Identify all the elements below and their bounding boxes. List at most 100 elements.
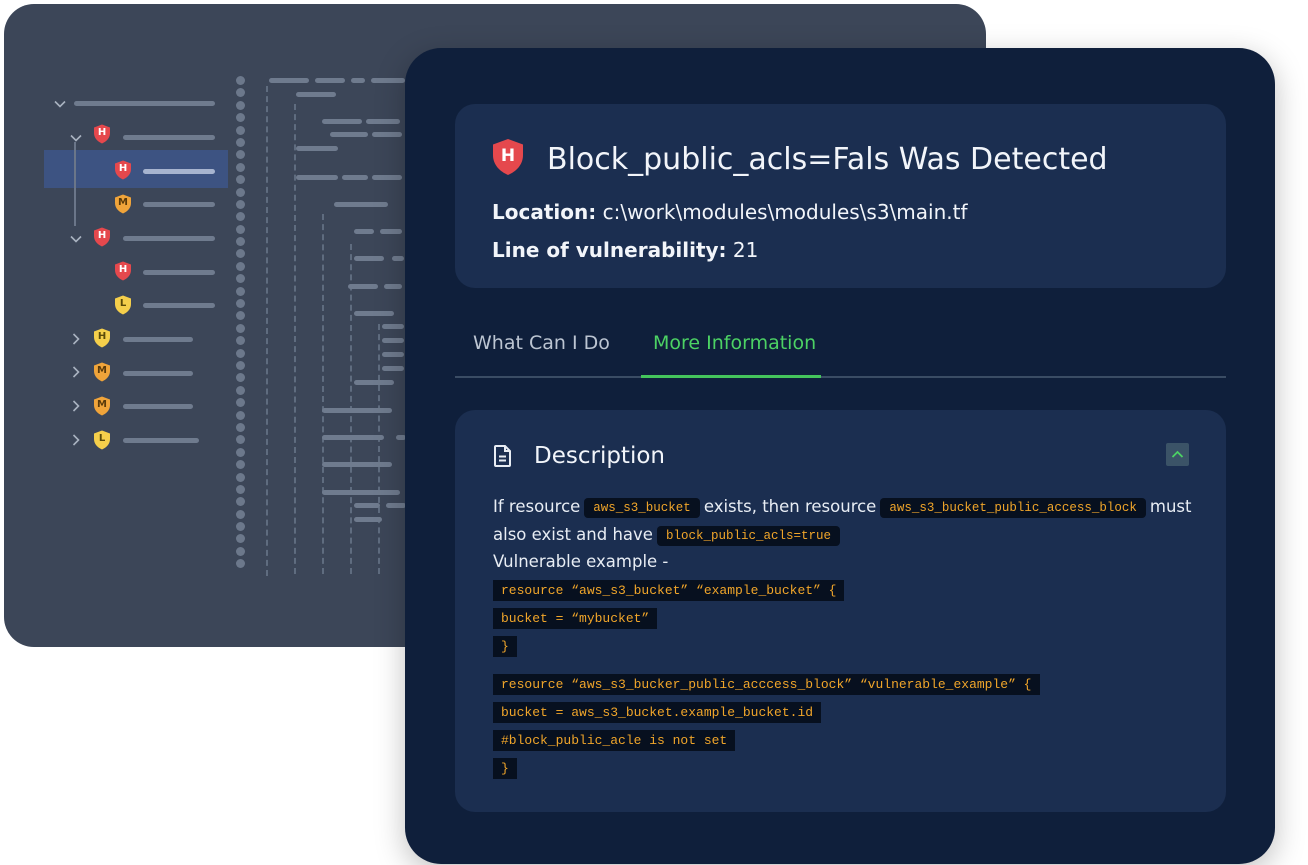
tree-item-label (123, 438, 199, 443)
code-line: resource “aws_s3_bucker_public_acccess_b… (493, 674, 1040, 695)
high-severity-shield-icon: H (491, 138, 525, 176)
code-token (269, 78, 309, 83)
code-token (322, 408, 392, 413)
tab-more-information[interactable]: More Information (653, 328, 816, 358)
tree-item-label (123, 135, 215, 140)
description-text: exists, then resource (703, 497, 877, 516)
code-token (322, 462, 392, 467)
code-token (354, 229, 374, 234)
tree-item-label (123, 236, 215, 241)
code-line: } (493, 758, 517, 779)
code-token (372, 175, 402, 180)
severity-letter: M (97, 365, 107, 376)
tree-guide-line (74, 142, 76, 226)
tree-item-label (143, 270, 215, 275)
severity-letter: H (97, 331, 107, 342)
medium-severity-shield-icon: M (93, 396, 111, 416)
low-severity-shield-icon: L (93, 430, 111, 450)
indent-guide (378, 324, 380, 574)
inline-code: aws_s3_bucket_public_access_block (880, 498, 1146, 518)
code-token (382, 366, 404, 371)
severity-letter: H (118, 163, 128, 174)
tree-item-label (143, 202, 215, 207)
tree-item-label (143, 169, 215, 174)
code-token (384, 284, 402, 289)
severity-letter: H (97, 230, 107, 241)
code-token (342, 175, 368, 180)
vulnerable-example-label: Vulnerable example - (493, 552, 669, 571)
description-text: If resource (493, 497, 581, 516)
code-token (354, 256, 384, 261)
description-title: Description (534, 443, 665, 469)
code-token (354, 311, 394, 316)
inline-code: aws_s3_bucket (584, 498, 700, 518)
chevron-down-icon[interactable] (70, 132, 82, 144)
line-row: Line of vulnerability: 21 (492, 236, 758, 264)
chevron-up-icon (1171, 450, 1184, 458)
inline-code: block_public_acls=true (656, 526, 840, 546)
description-card: Description If resource aws_s3_bucket exis… (455, 410, 1226, 812)
chevron-down-icon[interactable] (70, 233, 82, 245)
tab-what-can-i-do[interactable]: What Can I Do (473, 328, 610, 358)
code-token (354, 517, 382, 522)
chevron-right-icon[interactable] (70, 333, 82, 345)
code-line: bucket = aws_s3_bucket.example_bucket.id (493, 702, 822, 723)
severity-letter: M (118, 197, 128, 208)
description-line-1: If resource aws_s3_bucket exists, then res… (493, 494, 1192, 520)
code-token (382, 352, 404, 357)
code-token (366, 119, 400, 124)
code-token (354, 380, 394, 385)
code-token (380, 229, 402, 234)
line-label: Line of vulnerability: (492, 238, 727, 262)
finding-title: Block_public_acls=Fals Was Detected (547, 142, 1108, 177)
severity-letter: L (119, 298, 127, 309)
location-value[interactable]: c:\work\modules\modules\s3\main.tf (603, 200, 968, 224)
chevron-right-icon[interactable] (70, 434, 82, 446)
code-token (330, 132, 368, 137)
code-token (382, 338, 404, 343)
chevron-down-icon[interactable] (54, 98, 66, 110)
code-token (322, 119, 362, 124)
code-line: } (493, 636, 517, 657)
severity-letter: H (500, 146, 516, 166)
code-token (315, 78, 345, 83)
high-severity-shield-icon: H (114, 160, 132, 180)
code-token (296, 146, 338, 151)
indent-guide (266, 86, 268, 576)
description-text: also exist and have (493, 525, 653, 544)
details-tabs: What Can I Do More Information (455, 326, 1226, 378)
high-severity-shield-icon: H (93, 124, 111, 144)
code-token (392, 256, 404, 261)
code-token (296, 92, 336, 97)
document-icon (493, 444, 513, 473)
collapse-button[interactable] (1166, 443, 1189, 466)
severity-letter: H (97, 127, 107, 138)
tree-item-label (123, 371, 193, 376)
location-row: Location: c:\work\modules\modules\s3\mai… (492, 198, 968, 226)
code-token (334, 202, 388, 207)
code-token (322, 490, 400, 495)
high-severity-shield-icon: H (93, 227, 111, 247)
description-line-2: also exist and have block_public_acls=tru… (493, 522, 844, 548)
chevron-right-icon[interactable] (70, 400, 82, 412)
location-label: Location: (492, 200, 597, 224)
code-token (296, 175, 338, 180)
vulnerability-details-panel: H Block_public_acls=Fals Was Detected Lo… (405, 48, 1275, 864)
tree-root-label (74, 101, 215, 106)
low-severity-shield-icon: L (114, 295, 132, 315)
indent-guide (322, 214, 324, 574)
code-token (382, 324, 404, 329)
chevron-right-icon[interactable] (70, 366, 82, 378)
code-line: bucket = “mybucket” (493, 608, 658, 629)
tree-item-label (123, 404, 193, 409)
medium-severity-shield-icon: M (114, 194, 132, 214)
code-token (386, 503, 406, 508)
code-token (371, 78, 405, 83)
tree-item-label (143, 303, 215, 308)
code-token (348, 284, 378, 289)
code-token (372, 132, 402, 137)
code-line: resource “aws_s3_bucket” “example_bucket… (493, 580, 845, 601)
code-line: #block_public_acle is not set (493, 730, 736, 751)
severity-letter: M (97, 399, 107, 410)
high-severity-shield-icon: H (114, 261, 132, 281)
